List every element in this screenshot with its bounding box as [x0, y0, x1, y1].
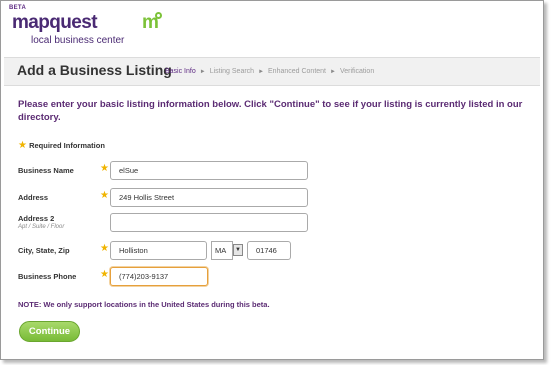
title-bar: Add a Business Listing Basic Info ► Listin…	[4, 57, 540, 86]
dropdown-arrow-icon[interactable]: ▼	[233, 244, 243, 256]
required-star-icon: ★	[100, 269, 109, 280]
breadcrumb-arrow-icon: ►	[258, 69, 265, 75]
address2-input[interactable]	[110, 213, 308, 232]
breadcrumb-arrow-icon: ►	[330, 69, 336, 75]
brand-name: mapquest	[12, 12, 98, 33]
page-title: Add a Business Listing	[17, 62, 172, 78]
breadcrumb: Basic Info ► Listing Search ► Enhanced Conte…	[165, 68, 374, 75]
required-star-icon: ★	[100, 243, 109, 254]
us-only-note: NOTE: We only support locations in the U…	[18, 300, 270, 309]
required-star-icon: ★	[100, 190, 109, 201]
intro-text: Please enter your basic listing informat…	[18, 99, 523, 123]
page-frame: BETA mapquest m local business center Ad…	[0, 0, 544, 360]
state-select-value: MA	[211, 241, 233, 260]
required-star-icon: ★	[100, 163, 109, 174]
breadcrumb-listing-search: Listing Search	[209, 68, 255, 75]
continue-button[interactable]: Continue	[19, 321, 80, 342]
required-info-text: Required Information	[29, 141, 105, 150]
business-name-label: Business Name	[18, 166, 74, 175]
breadcrumb-enhanced-content: Enhanced Content	[268, 68, 327, 75]
business-name-input[interactable]: elSue	[110, 161, 308, 180]
zip-input[interactable]: 01746	[247, 241, 291, 260]
address2-hint: Apt / Suite / Floor	[18, 224, 65, 230]
address-label: Address	[18, 193, 49, 202]
breadcrumb-basic-info: Basic Info	[165, 68, 196, 75]
address2-label: Address 2	[18, 214, 55, 223]
state-select[interactable]: MA ▼	[211, 241, 244, 260]
breadcrumb-verification: Verification	[339, 68, 375, 75]
business-phone-input[interactable]: (774)203-9137	[110, 267, 208, 286]
business-phone-label: Business Phone	[18, 272, 77, 281]
brand-mark-dot	[155, 12, 162, 19]
address-input[interactable]: 249 Hollis Street	[110, 188, 308, 207]
required-star-icon: ★	[18, 140, 27, 151]
beta-label: BETA	[9, 5, 27, 11]
city-state-zip-label: City, State, Zip	[18, 246, 70, 255]
brand-subtitle: local business center	[31, 35, 125, 46]
breadcrumb-arrow-icon: ►	[199, 69, 206, 75]
brand-mark-icon: m	[142, 12, 162, 34]
required-info-label: ★ Required Information	[18, 140, 105, 151]
city-input[interactable]: Holliston	[110, 241, 207, 260]
